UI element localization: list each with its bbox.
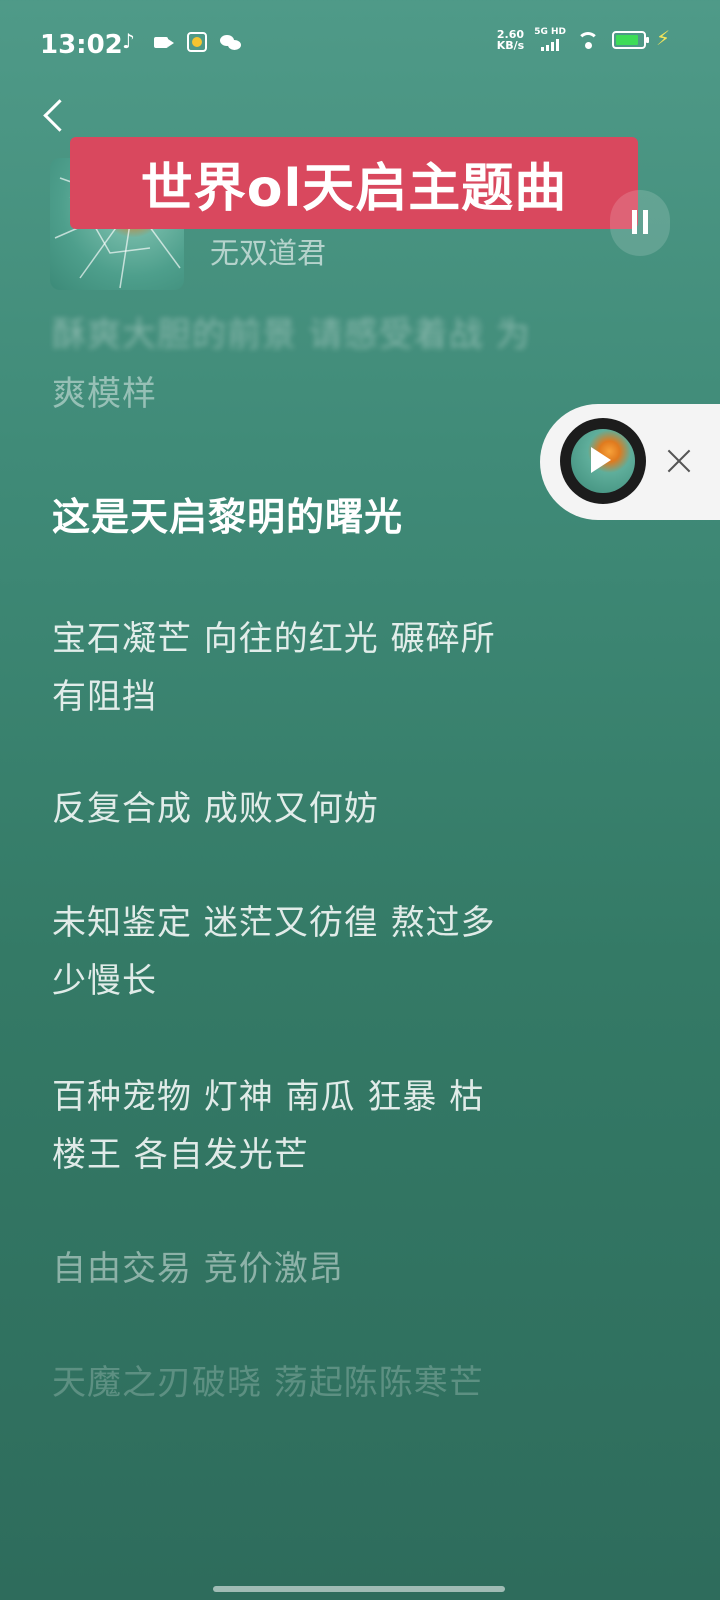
charging-icon <box>656 26 678 51</box>
lyric-line: 自由交易 竞价激昂 <box>52 1249 344 1289</box>
wechat-icon <box>220 31 242 53</box>
signal-label: 5G HD <box>534 27 566 37</box>
lyric-line: 宝石凝芒 向往的红光 碾碎所 <box>52 619 496 659</box>
network-speed: 2.60 KB/s <box>497 29 524 51</box>
system-icons: 2.60 KB/s 5G HD <box>497 26 678 51</box>
cellular-signal-icon: 5G HD <box>534 28 566 51</box>
song-title-banner: 世界ol天启主题曲 <box>70 137 638 229</box>
lyric-line: 少慢长 <box>52 961 157 1001</box>
network-speed-unit: KB/s <box>496 38 525 52</box>
tiktok-icon <box>118 29 140 53</box>
lyric-line: 未知鉴定 迷茫又彷徨 熬过多 <box>52 903 496 943</box>
lyric-line: 楼王 各自发光芒 <box>52 1135 309 1175</box>
notification-icons <box>118 29 242 53</box>
lyric-line: 酥爽大胆的前景 请感受着战 为 <box>52 315 531 355</box>
lyric-line: 天魔之刃破晓 荡起陈陈寒芒 <box>52 1363 484 1403</box>
status-time: 13:02 <box>40 30 123 60</box>
floating-mini-player[interactable] <box>540 404 720 520</box>
wifi-icon <box>576 30 602 50</box>
app-notification-icon <box>186 31 208 53</box>
lyric-line: 百种宠物 灯神 南瓜 狂暴 枯 <box>52 1077 485 1117</box>
battery-fill <box>616 34 639 45</box>
video-camera-icon <box>152 31 174 53</box>
status-bar: 13:02 2.60 KB/s 5G HD <box>0 0 720 90</box>
home-indicator[interactable] <box>213 1586 505 1592</box>
lyric-line: 爽模样 <box>52 374 157 414</box>
back-arrow-icon[interactable] <box>38 96 70 136</box>
mini-player-disc[interactable] <box>560 418 646 504</box>
play-icon[interactable] <box>591 447 611 473</box>
pause-icon[interactable] <box>610 190 670 256</box>
lyric-line: 有阻挡 <box>52 677 157 717</box>
artist-name[interactable]: 无双道君 <box>210 230 326 272</box>
close-icon[interactable] <box>662 444 696 478</box>
network-speed-value: 2.60 <box>496 27 525 41</box>
lyric-line: 反复合成 成败又何妨 <box>52 789 379 829</box>
battery-icon <box>612 30 649 49</box>
current-lyric-line: 这是天启黎明的曙光 <box>52 495 404 539</box>
